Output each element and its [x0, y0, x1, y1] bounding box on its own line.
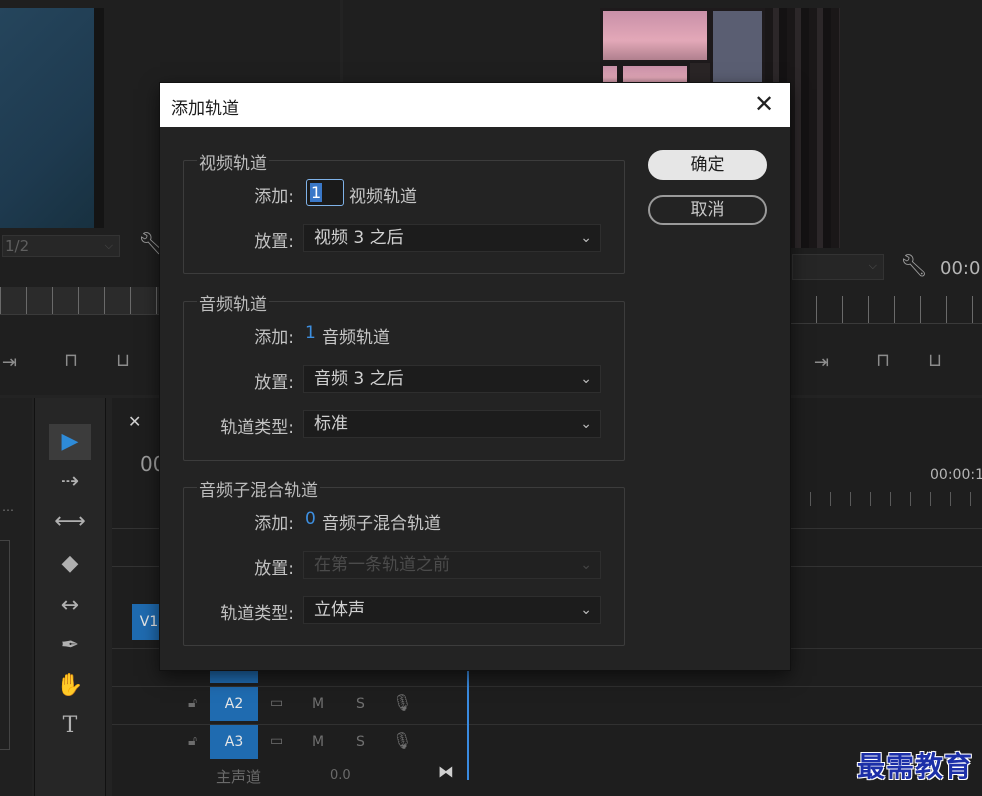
submix-type-label: 轨道类型: [220, 604, 294, 624]
video-place-value: 视频 3 之后 [314, 228, 404, 248]
project-panel-frame [0, 540, 10, 750]
lock-icon[interactable]: 🔓︎ [188, 695, 197, 711]
master-track-value: 0.0 [330, 768, 351, 783]
program-timecode: 00:0 [940, 258, 981, 279]
video-tracks-group: 视频轨道 添加: 1 视频轨道 放置: 视频 3 之后 ⌄ [183, 149, 625, 274]
audio-add-suffix: 音频轨道 [322, 328, 390, 348]
project-panel-ellipsis: … [2, 500, 14, 514]
video-add-suffix: 视频轨道 [349, 187, 417, 207]
submix-type-value: 立体声 [314, 600, 365, 620]
track-row-a3[interactable]: 🔓︎ A3 ▭ M S 🎙︎ [112, 724, 982, 760]
submix-place-label: 放置: [254, 559, 294, 579]
source-monitor-video [0, 8, 104, 228]
hand-tool-icon[interactable]: ✋ [49, 668, 91, 704]
source-resolution-value: 1/2 [5, 237, 30, 255]
watermark-text: 最需教育 [857, 750, 974, 783]
audio-type-value: 标准 [314, 414, 348, 434]
ok-button[interactable]: 确定 [648, 150, 767, 180]
program-ruler[interactable] [790, 296, 982, 324]
audio-tracks-title: 音频轨道 [197, 290, 269, 315]
submix-type-select[interactable]: 立体声 ⌄ [303, 596, 601, 624]
sync-lock-icon[interactable]: ▭ [270, 733, 283, 749]
chevron-down-icon: ⌄ [580, 230, 592, 246]
sync-lock-icon[interactable]: ▭ [270, 695, 283, 711]
microphone-icon[interactable]: 🎙︎ [392, 693, 412, 712]
video-add-count-input[interactable]: 1 [306, 179, 344, 206]
dialog-titlebar[interactable]: 添加轨道 ✕ [160, 83, 790, 127]
close-icon[interactable]: ✕ [752, 91, 776, 117]
chevron-down-icon: ⌵ [104, 239, 113, 252]
video-add-label: 添加: [254, 187, 294, 207]
source-ruler[interactable] [0, 287, 160, 315]
submix-place-select: 在第一条轨道之前 ⌄ [303, 551, 601, 579]
track-label-a3[interactable]: A3 [210, 725, 258, 759]
mute-button[interactable]: M [312, 734, 324, 750]
audio-add-label: 添加: [254, 328, 294, 348]
video-place-select[interactable]: 视频 3 之后 ⌄ [303, 224, 601, 252]
cancel-button[interactable]: 取消 [648, 195, 767, 225]
insert-icon[interactable]: ⇥ [2, 352, 17, 373]
solo-button[interactable]: S [356, 734, 365, 750]
audio-add-count[interactable]: 1 [305, 323, 316, 343]
audio-type-label: 轨道类型: [220, 418, 294, 438]
video-place-label: 放置: [254, 232, 294, 252]
selection-tool-icon[interactable]: ▶ [49, 424, 91, 460]
solo-button[interactable]: S [356, 696, 365, 712]
razor-tool-icon[interactable]: ◆ [49, 546, 91, 582]
lock-icon[interactable]: 🔓︎ [188, 733, 197, 749]
submix-add-suffix: 音频子混合轨道 [322, 514, 441, 534]
audio-tracks-group: 音频轨道 添加: 1 音频轨道 放置: 音频 3 之后 ⌄ 轨道类型: 标准 ⌄ [183, 290, 625, 461]
source-resolution-select[interactable]: 1/2 ⌵ [2, 235, 120, 257]
add-tracks-dialog: 添加轨道 ✕ 视频轨道 添加: 1 视频轨道 放置: 视频 3 之后 ⌄ 音频轨… [160, 83, 790, 670]
extract-icon[interactable]: ⊔ [116, 350, 130, 371]
master-track-label: 主声道 [216, 768, 262, 786]
audio-place-select[interactable]: 音频 3 之后 ⌄ [303, 365, 601, 393]
chevron-down-icon: ⌄ [580, 602, 592, 618]
submix-add-count[interactable]: 0 [305, 509, 316, 529]
program-resolution-select[interactable]: ⌵ [792, 254, 884, 280]
chevron-down-icon: ⌄ [580, 371, 592, 387]
submix-place-value: 在第一条轨道之前 [314, 555, 450, 575]
chevron-down-icon: ⌄ [580, 557, 592, 573]
type-tool-icon[interactable]: T [49, 708, 91, 744]
track-row-a2[interactable]: 🔓︎ A2 ▭ M S 🎙︎ [112, 686, 982, 722]
audio-place-value: 音频 3 之后 [314, 369, 404, 389]
dialog-title: 添加轨道 [171, 99, 239, 119]
submix-add-label: 添加: [254, 514, 294, 534]
audio-place-label: 放置: [254, 373, 294, 393]
track-label-a2[interactable]: A2 [210, 687, 258, 721]
mute-button[interactable]: M [312, 696, 324, 712]
wrench-icon[interactable]: 🔧︎ [900, 254, 928, 279]
lift-icon[interactable]: ⊓ [876, 350, 890, 371]
track-select-tool-icon[interactable]: ⇢ [49, 464, 91, 500]
go-to-end-icon[interactable]: ⧓ [438, 762, 454, 781]
audio-submix-group: 音频子混合轨道 添加: 0 音频子混合轨道 放置: 在第一条轨道之前 ⌄ 轨道类… [183, 476, 625, 646]
audio-type-select[interactable]: 标准 ⌄ [303, 410, 601, 438]
timeline-ruler[interactable] [790, 492, 982, 506]
pen-tool-icon[interactable]: ✒ [49, 628, 91, 664]
insert-icon[interactable]: ⇥ [814, 352, 829, 373]
close-icon[interactable]: ✕ [128, 412, 141, 431]
audio-submix-title: 音频子混合轨道 [197, 476, 320, 501]
timeline-timecode: 00:00:1 [930, 467, 982, 483]
video-tracks-title: 视频轨道 [197, 149, 269, 174]
chevron-down-icon: ⌄ [580, 416, 592, 432]
tools-panel: ▶ ⇢ ⟷ ◆ ↔ ✒ ✋ T [34, 398, 106, 796]
ripple-edit-tool-icon[interactable]: ⟷ [49, 504, 91, 540]
extract-icon[interactable]: ⊔ [928, 350, 942, 371]
chevron-down-icon: ⌵ [868, 259, 877, 272]
lift-icon[interactable]: ⊓ [64, 350, 78, 371]
slip-tool-icon[interactable]: ↔ [49, 588, 91, 624]
microphone-icon[interactable]: 🎙︎ [392, 731, 412, 750]
